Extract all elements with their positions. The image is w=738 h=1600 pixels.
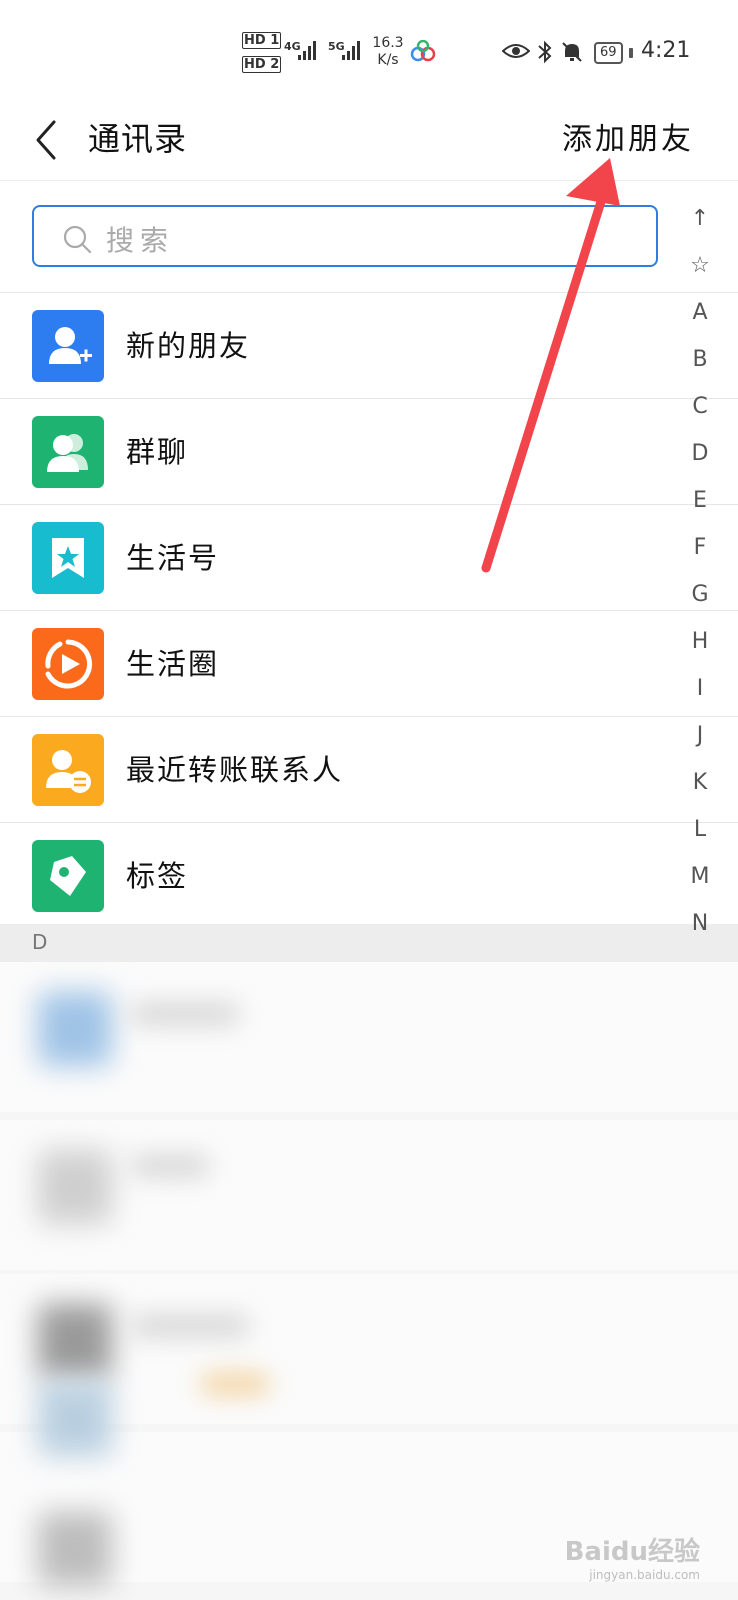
alphabet-index-bar[interactable]: ↑ ☆ A B C D E F G H I J K L M N	[682, 195, 718, 947]
avatar	[38, 1382, 112, 1456]
status-bar: HD 1 HD 2 4G 5G 16.3 K/s 69 4:21	[0, 0, 738, 100]
search-input[interactable]: 搜索	[32, 205, 658, 267]
menu-item-label: 新的朋友	[126, 329, 251, 363]
index-letter[interactable]: N	[682, 900, 718, 947]
index-letter[interactable]: A	[682, 289, 718, 336]
index-star[interactable]: ☆	[682, 242, 718, 289]
net-speed-value: 16.3	[372, 35, 404, 51]
contacts-menu-list: 新的朋友 群聊 生活号 生活圈 最近转账联系人 标签	[0, 292, 738, 928]
avatar	[38, 1150, 112, 1224]
menu-item-new-friends[interactable]: 新的朋友	[0, 292, 738, 398]
add-user-icon	[32, 310, 104, 382]
clock: 4:21	[641, 38, 691, 63]
baidu-watermark: Baidu经验 jingyan.baidu.com	[565, 1531, 700, 1582]
mute-bell-icon	[562, 42, 582, 62]
back-arrow-icon[interactable]	[30, 118, 64, 162]
header-divider	[0, 180, 738, 181]
search-placeholder: 搜索	[106, 224, 175, 257]
index-letter[interactable]: C	[682, 383, 718, 430]
eye-icon	[502, 44, 530, 58]
avatar	[38, 1304, 112, 1378]
contact-tag-blurred	[200, 1372, 270, 1396]
index-letter[interactable]: D	[682, 430, 718, 477]
index-letter[interactable]: I	[682, 665, 718, 712]
app-notification-icon	[410, 40, 436, 62]
sim2-indicator: HD 2	[242, 56, 282, 73]
menu-item-label: 群聊	[126, 435, 189, 469]
star-bookmark-icon	[32, 522, 104, 594]
menu-item-label: 生活圈	[126, 647, 220, 681]
transfer-contact-icon	[32, 734, 104, 806]
index-letter[interactable]: H	[682, 618, 718, 665]
battery-tip	[629, 48, 633, 58]
index-letter[interactable]: F	[682, 524, 718, 571]
tag-icon	[32, 840, 104, 912]
net-speed: 16.3 K/s	[370, 35, 406, 69]
index-letter[interactable]: J	[682, 712, 718, 759]
signal-icon-2	[342, 41, 360, 60]
bluetooth-icon	[538, 40, 552, 64]
sim2-label: HD 2	[242, 56, 282, 73]
menu-item-tags[interactable]: 标签	[0, 822, 738, 928]
contact-name-blurred	[130, 1154, 210, 1178]
play-circle-icon	[32, 628, 104, 700]
section-letter: D	[32, 930, 48, 954]
contact-row[interactable]	[0, 1120, 738, 1270]
group-icon	[32, 416, 104, 488]
blurred-contact-list	[0, 962, 738, 1600]
index-letter[interactable]: K	[682, 759, 718, 806]
index-top[interactable]: ↑	[682, 195, 718, 242]
contact-name-blurred	[130, 1002, 240, 1026]
index-letter[interactable]: G	[682, 571, 718, 618]
search-icon	[63, 225, 92, 254]
net-speed-unit: K/s	[377, 52, 399, 68]
add-friend-button[interactable]: 添加朋友	[562, 114, 694, 158]
contact-row[interactable]	[0, 962, 738, 1112]
menu-item-label: 最近转账联系人	[126, 753, 344, 787]
menu-item-recent-transfer[interactable]: 最近转账联系人	[0, 716, 738, 822]
contact-name-blurred	[130, 1314, 250, 1338]
index-letter[interactable]: B	[682, 336, 718, 383]
menu-item-life-account[interactable]: 生活号	[0, 504, 738, 610]
section-header: D	[0, 924, 738, 962]
sim1-indicator: HD 1	[242, 32, 282, 49]
menu-item-life-circle[interactable]: 生活圈	[0, 610, 738, 716]
avatar	[38, 1512, 112, 1586]
top-bar: 通讯录 添加朋友	[0, 100, 738, 180]
avatar	[38, 992, 112, 1066]
index-letter[interactable]: E	[682, 477, 718, 524]
index-letter[interactable]: L	[682, 806, 718, 853]
menu-item-group-chat[interactable]: 群聊	[0, 398, 738, 504]
menu-item-label: 标签	[126, 859, 189, 893]
menu-item-label: 生活号	[126, 541, 220, 575]
battery-indicator: 69	[594, 42, 623, 64]
watermark-brand: Baidu经验	[564, 1537, 700, 1567]
page-title: 通讯录	[88, 120, 188, 158]
signal-icon	[298, 41, 316, 60]
sim1-label: HD 1	[242, 32, 282, 49]
watermark-url: jingyan.baidu.com	[589, 1568, 700, 1582]
index-letter[interactable]: M	[682, 853, 718, 900]
